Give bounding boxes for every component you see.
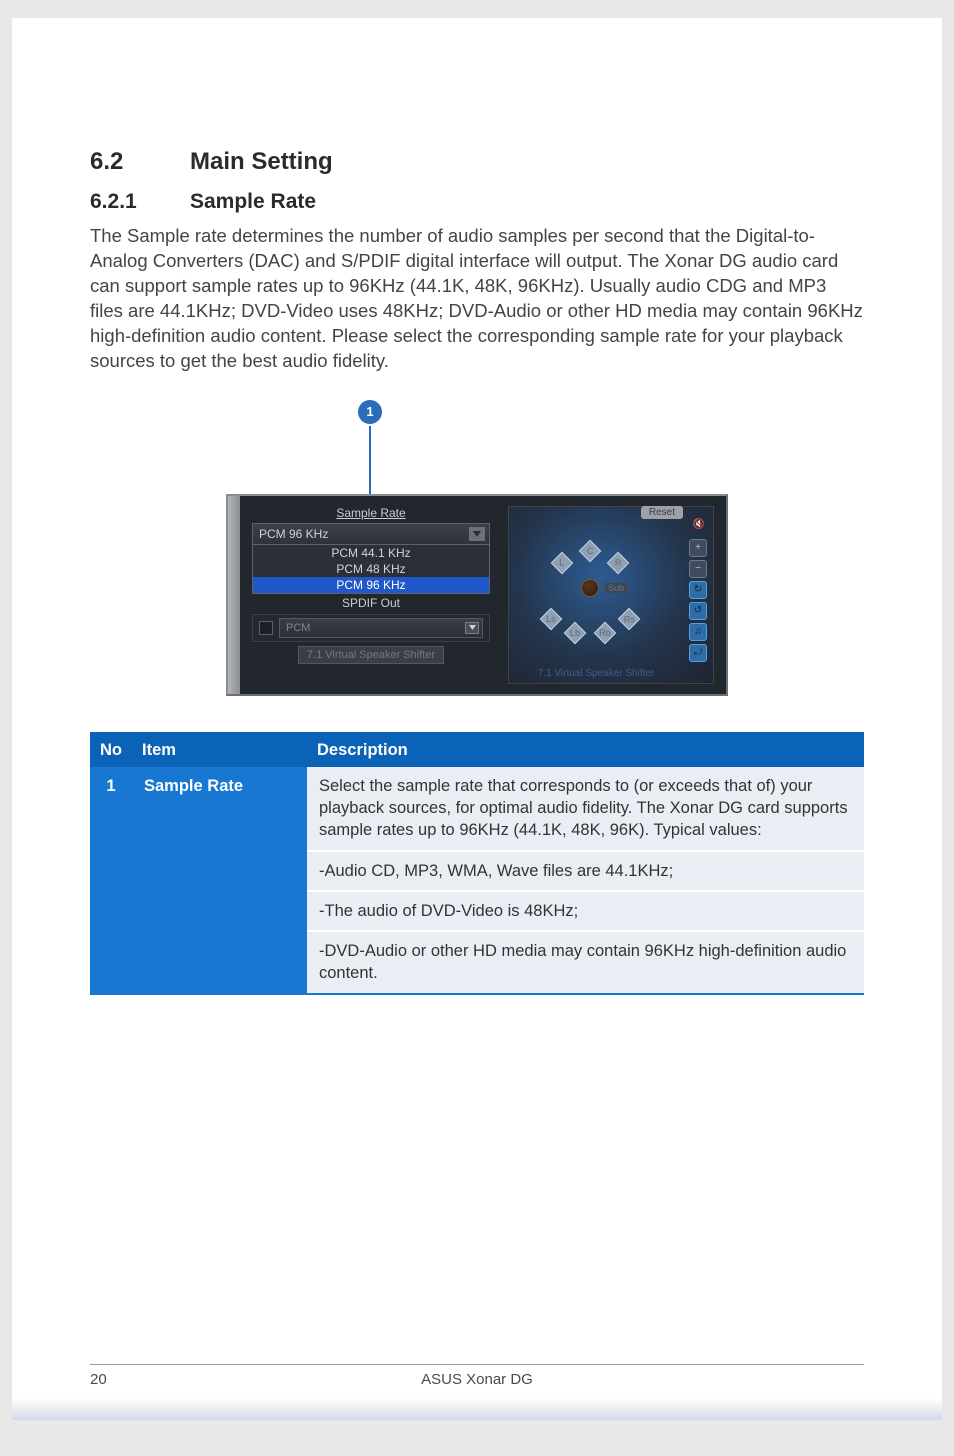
subsection-heading: 6.2.1Sample Rate [90,190,864,214]
footer-title: ASUS Xonar DG [170,1371,784,1388]
speaker-sub[interactable]: Sub [605,583,627,593]
side-icon-stack: + − ↻ ↺ ♫ ⤾ [689,539,707,662]
section-heading: 6.2Main Setting [90,148,864,176]
speaker-r[interactable]: R [607,551,630,574]
chevron-down-icon[interactable] [465,622,479,634]
sample-rate-box: Sample Rate PCM 96 KHz PCM 44.1 KHz PCM … [252,506,490,684]
speaker-ls[interactable]: Ls [540,607,563,630]
cell-desc-2: -The audio of DVD-Video is 48KHz; [307,891,864,931]
minus-icon[interactable]: − [689,560,707,578]
callout-badge: 1 [358,400,382,424]
body-paragraph: The Sample rate determines the number of… [90,224,864,374]
page-footer: 20 ASUS Xonar DG [90,1364,864,1388]
virtual-speaker-shifter-button[interactable]: 7.1 Virtual Speaker Shifter [298,646,444,664]
spdif-label: SPDIF Out [252,596,490,610]
rotate-ccw-icon[interactable]: ↺ [689,602,707,620]
th-item: Item [132,733,307,767]
chevron-down-icon[interactable] [469,527,485,541]
listener-head-icon[interactable] [581,579,599,597]
cell-item: Sample Rate [132,767,307,993]
screenshot-edge [228,496,240,694]
footer-gradient [12,1398,942,1420]
cell-desc-1: -Audio CD, MP3, WMA, Wave files are 44.1… [307,851,864,891]
rotate-cw-icon[interactable]: ↻ [689,581,707,599]
spdif-format-value: PCM [286,622,310,634]
subsection-number: 6.2.1 [90,190,190,214]
spdif-format-combo[interactable]: PCM [279,618,483,638]
plus-icon[interactable]: + [689,539,707,557]
option-pcm-96[interactable]: PCM 96 KHz [253,577,489,593]
cell-desc-0: Select the sample rate that corresponds … [307,767,864,851]
speaker-l[interactable]: L [551,551,574,574]
reset-button[interactable]: Reset [641,506,683,519]
speaker-panel: Reset 🔇 + − ↻ ↺ ♫ ⤾ L C R Sub Ls [508,506,714,684]
section-title: Main Setting [190,148,333,175]
figure: 1 Sample Rate PCM 96 KHz PCM 44.1 KHz [90,400,864,696]
callout-line [369,426,371,494]
spdif-row: PCM [252,614,490,642]
speaker-rs[interactable]: Rs [618,607,641,630]
speaker-lb[interactable]: Lb [564,621,587,644]
combo-value: PCM 96 KHz [259,527,328,541]
sample-rate-label: Sample Rate [252,506,490,520]
cell-no: 1 [90,767,132,993]
footer-spacer [784,1371,864,1388]
speaker-c[interactable]: C [579,539,602,562]
screenshot-panel: Sample Rate PCM 96 KHz PCM 44.1 KHz PCM … [226,494,728,696]
cell-desc-3: -DVD-Audio or other HD media may contain… [307,931,864,993]
callout: 1 [358,400,382,494]
speaker-rb[interactable]: Rb [594,621,617,644]
th-no: No [90,733,132,767]
page-number: 20 [90,1371,170,1388]
volume-icon[interactable]: 🔇 [693,519,705,530]
option-pcm-44[interactable]: PCM 44.1 KHz [253,545,489,561]
spdif-checkbox[interactable] [259,621,273,635]
reset-icon[interactable]: ⤾ [689,644,707,662]
th-description: Description [307,733,864,767]
page: 6.2Main Setting 6.2.1Sample Rate The Sam… [12,18,942,1420]
sample-rate-combo[interactable]: PCM 96 KHz [252,523,490,545]
headphone-icon[interactable]: ♫ [689,623,707,641]
sample-rate-dropdown[interactable]: PCM 44.1 KHz PCM 48 KHz PCM 96 KHz [252,545,490,594]
shifter-caption: 7.1 Virtual Speaker Shifter [509,668,683,679]
section-number: 6.2 [90,148,190,176]
description-table: No Item Description 1 Sample Rate Select… [90,732,864,995]
subsection-title: Sample Rate [190,190,316,213]
option-pcm-48[interactable]: PCM 48 KHz [253,561,489,577]
